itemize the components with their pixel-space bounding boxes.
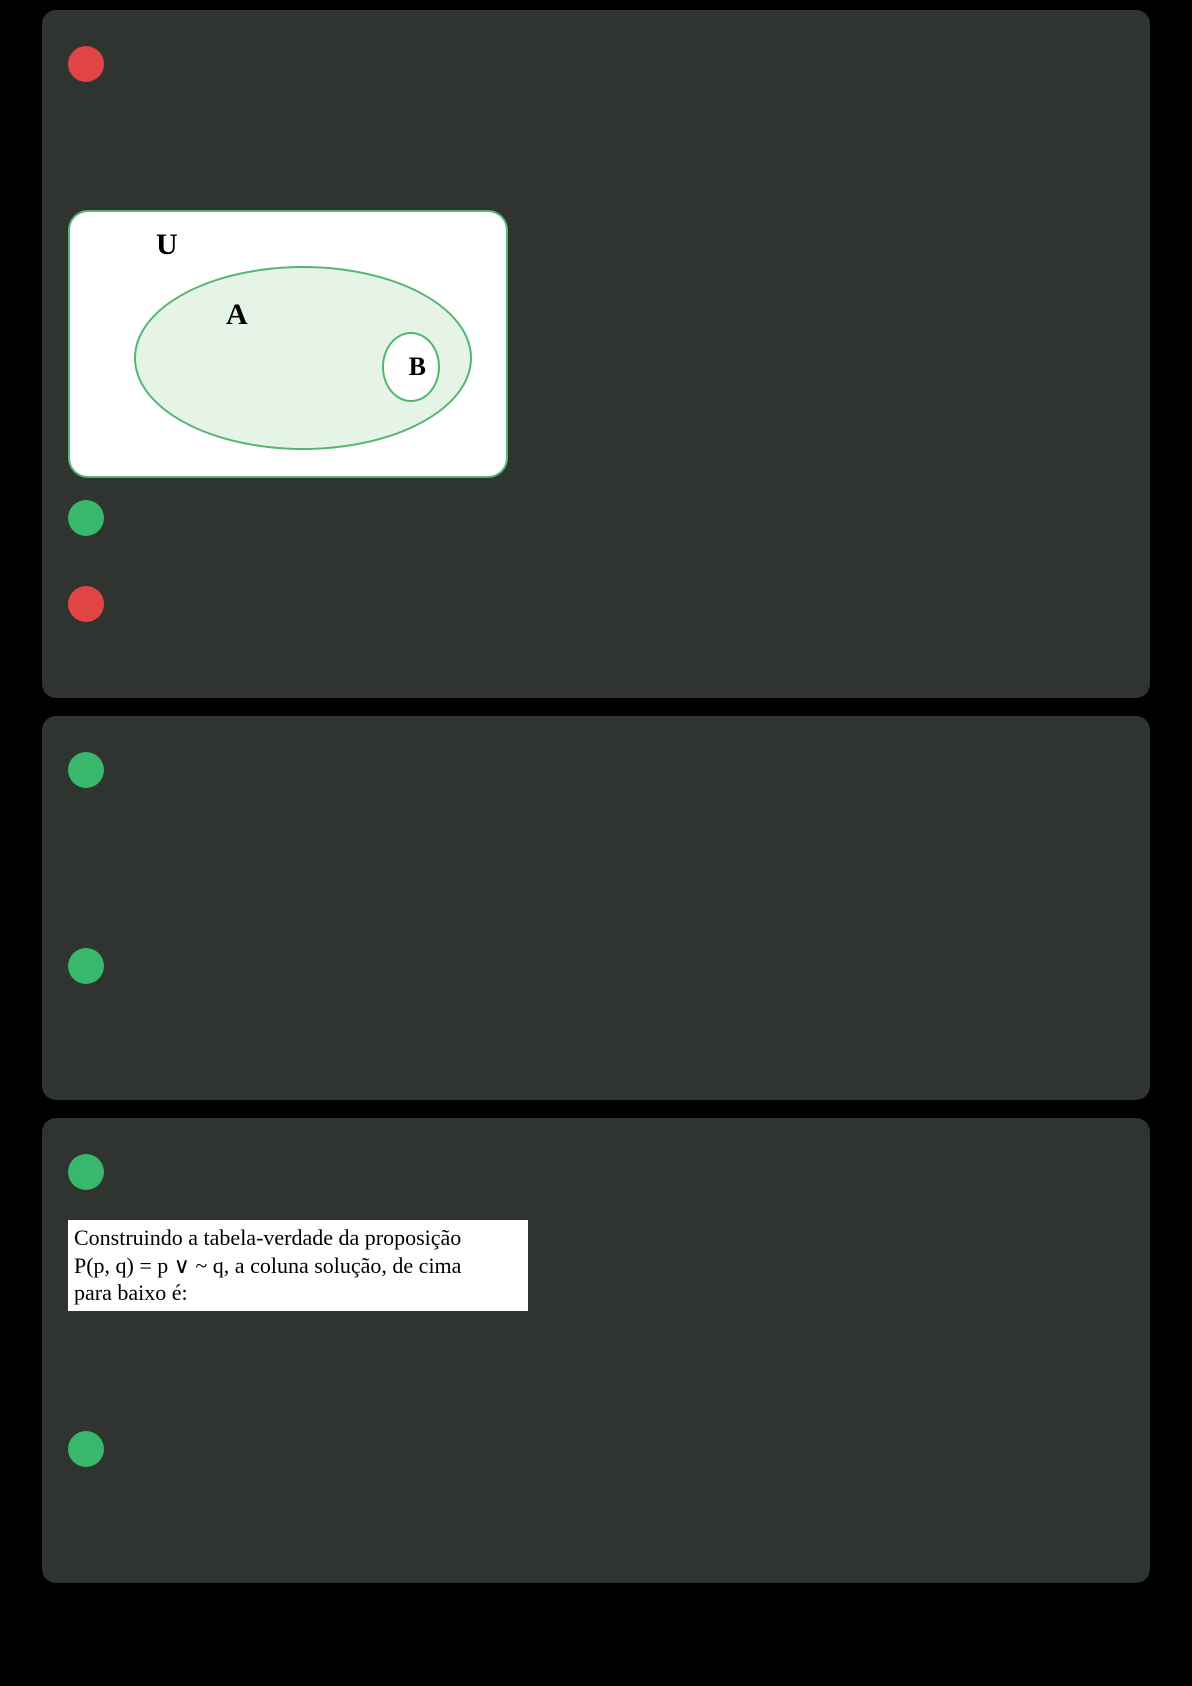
answer-text-placeholder: [124, 1154, 1124, 1190]
answer-text-placeholder: [124, 752, 1124, 788]
page: U A B: [0, 0, 1192, 1661]
venn-diagram: U A B: [68, 210, 508, 478]
answer-row-wrong-1: [68, 46, 1124, 82]
answer-row-correct-2: [68, 752, 1124, 788]
dot-correct-icon: [68, 1431, 104, 1467]
truth-table-prompt-image: Construindo a tabela-verdade da proposiç…: [68, 1220, 528, 1311]
truth-table-prompt-line2: P(p, q) = p ∨ ~ q, a coluna solução, de …: [74, 1253, 461, 1278]
answer-text-placeholder: [124, 1431, 1124, 1467]
answer-text-placeholder: [124, 586, 1124, 622]
answer-text-placeholder: [124, 46, 1124, 82]
dot-correct-icon: [68, 1154, 104, 1190]
venn-set-a-label: A: [226, 298, 248, 332]
question-card-3: Construindo a tabela-verdade da proposiç…: [42, 1118, 1150, 1583]
venn-set-b-label: B: [409, 352, 426, 382]
dot-correct-icon: [68, 752, 104, 788]
dot-correct-icon: [68, 500, 104, 536]
truth-table-prompt-line1: Construindo a tabela-verdade da proposiç…: [74, 1225, 461, 1250]
answer-row-correct-5: [68, 1431, 1124, 1467]
answer-row-correct-4: [68, 1154, 1124, 1190]
answer-text-placeholder: [124, 948, 1124, 984]
answer-row-wrong-2: [68, 586, 1124, 622]
answer-row-correct-3: [68, 948, 1124, 984]
question-card-2: [42, 716, 1150, 1100]
dot-incorrect-icon: [68, 586, 104, 622]
answer-text-placeholder: [124, 500, 1124, 536]
truth-table-prompt-line3: para baixo é:: [74, 1280, 188, 1305]
venn-universe-label: U: [156, 228, 178, 262]
question-card-1: U A B: [42, 10, 1150, 698]
answer-row-correct-1: [68, 500, 1124, 536]
dot-incorrect-icon: [68, 46, 104, 82]
dot-correct-icon: [68, 948, 104, 984]
